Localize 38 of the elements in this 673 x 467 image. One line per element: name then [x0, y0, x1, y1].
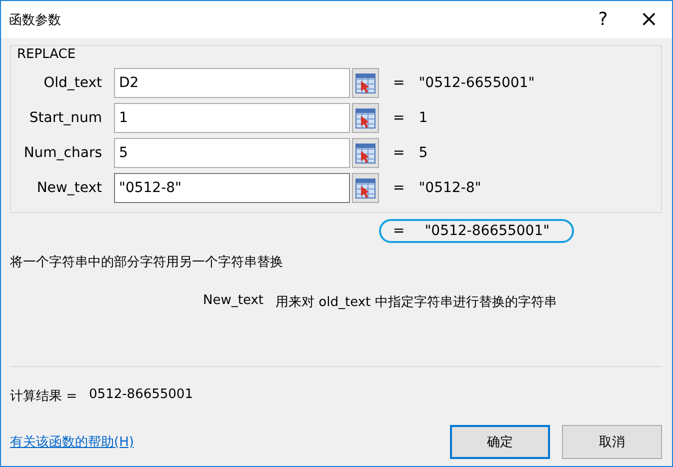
function-description: 将一个字符串中的部分字符用另一个字符串替换 — [10, 254, 284, 271]
argument-description: 用来对 old_text 中指定字符串进行替换的字符串 — [276, 294, 557, 311]
calc-result-label: 计算结果 = — [10, 388, 78, 405]
range-select-button[interactable] — [352, 173, 379, 203]
argument-name: New_text — [203, 293, 264, 310]
close-button[interactable]: × — [626, 1, 672, 38]
argument-input[interactable]: 5 — [114, 138, 350, 168]
argument-result: 1 — [418, 110, 428, 126]
equals-sign: = — [393, 110, 405, 126]
dialog-button[interactable]: 确定 — [450, 425, 550, 459]
argument-input[interactable]: 1 — [114, 103, 350, 133]
argument-label: New_text — [36, 180, 102, 196]
function-name: REPLACE — [17, 47, 76, 62]
equals-sign: = — [393, 75, 405, 91]
table-grid-icon — [355, 72, 376, 94]
equals-sign: = — [393, 145, 405, 161]
argument-input[interactable]: D2 — [114, 68, 350, 98]
table-grid-icon — [355, 142, 376, 164]
help-link[interactable]: 有关该函数的帮助(H) — [10, 433, 438, 451]
equals-sign: = — [393, 180, 405, 196]
argument-input[interactable]: "0512-8" — [114, 173, 350, 203]
calc-result-value: 0512-86655001 — [89, 387, 193, 404]
equals-sign: = — [393, 223, 405, 239]
argument-result: "0512-8" — [418, 180, 482, 196]
formula-result: "0512-86655001" — [424, 223, 550, 239]
window-title: 函数参数 — [9, 12, 62, 28]
argument-result: 5 — [418, 145, 428, 161]
argument-label: Old_text — [42, 75, 102, 91]
range-select-button[interactable] — [352, 103, 379, 133]
help-button[interactable]: ? — [580, 1, 626, 38]
argument-result: "0512-6655001" — [418, 75, 535, 91]
argument-label: Start_num — [28, 110, 102, 126]
argument-label: Num_chars — [22, 145, 102, 161]
range-select-button[interactable] — [352, 138, 379, 168]
dialog-button[interactable]: 取消 — [562, 425, 662, 459]
table-grid-icon — [355, 108, 376, 128]
table-grid-icon — [355, 178, 376, 198]
range-select-button[interactable] — [352, 68, 379, 98]
